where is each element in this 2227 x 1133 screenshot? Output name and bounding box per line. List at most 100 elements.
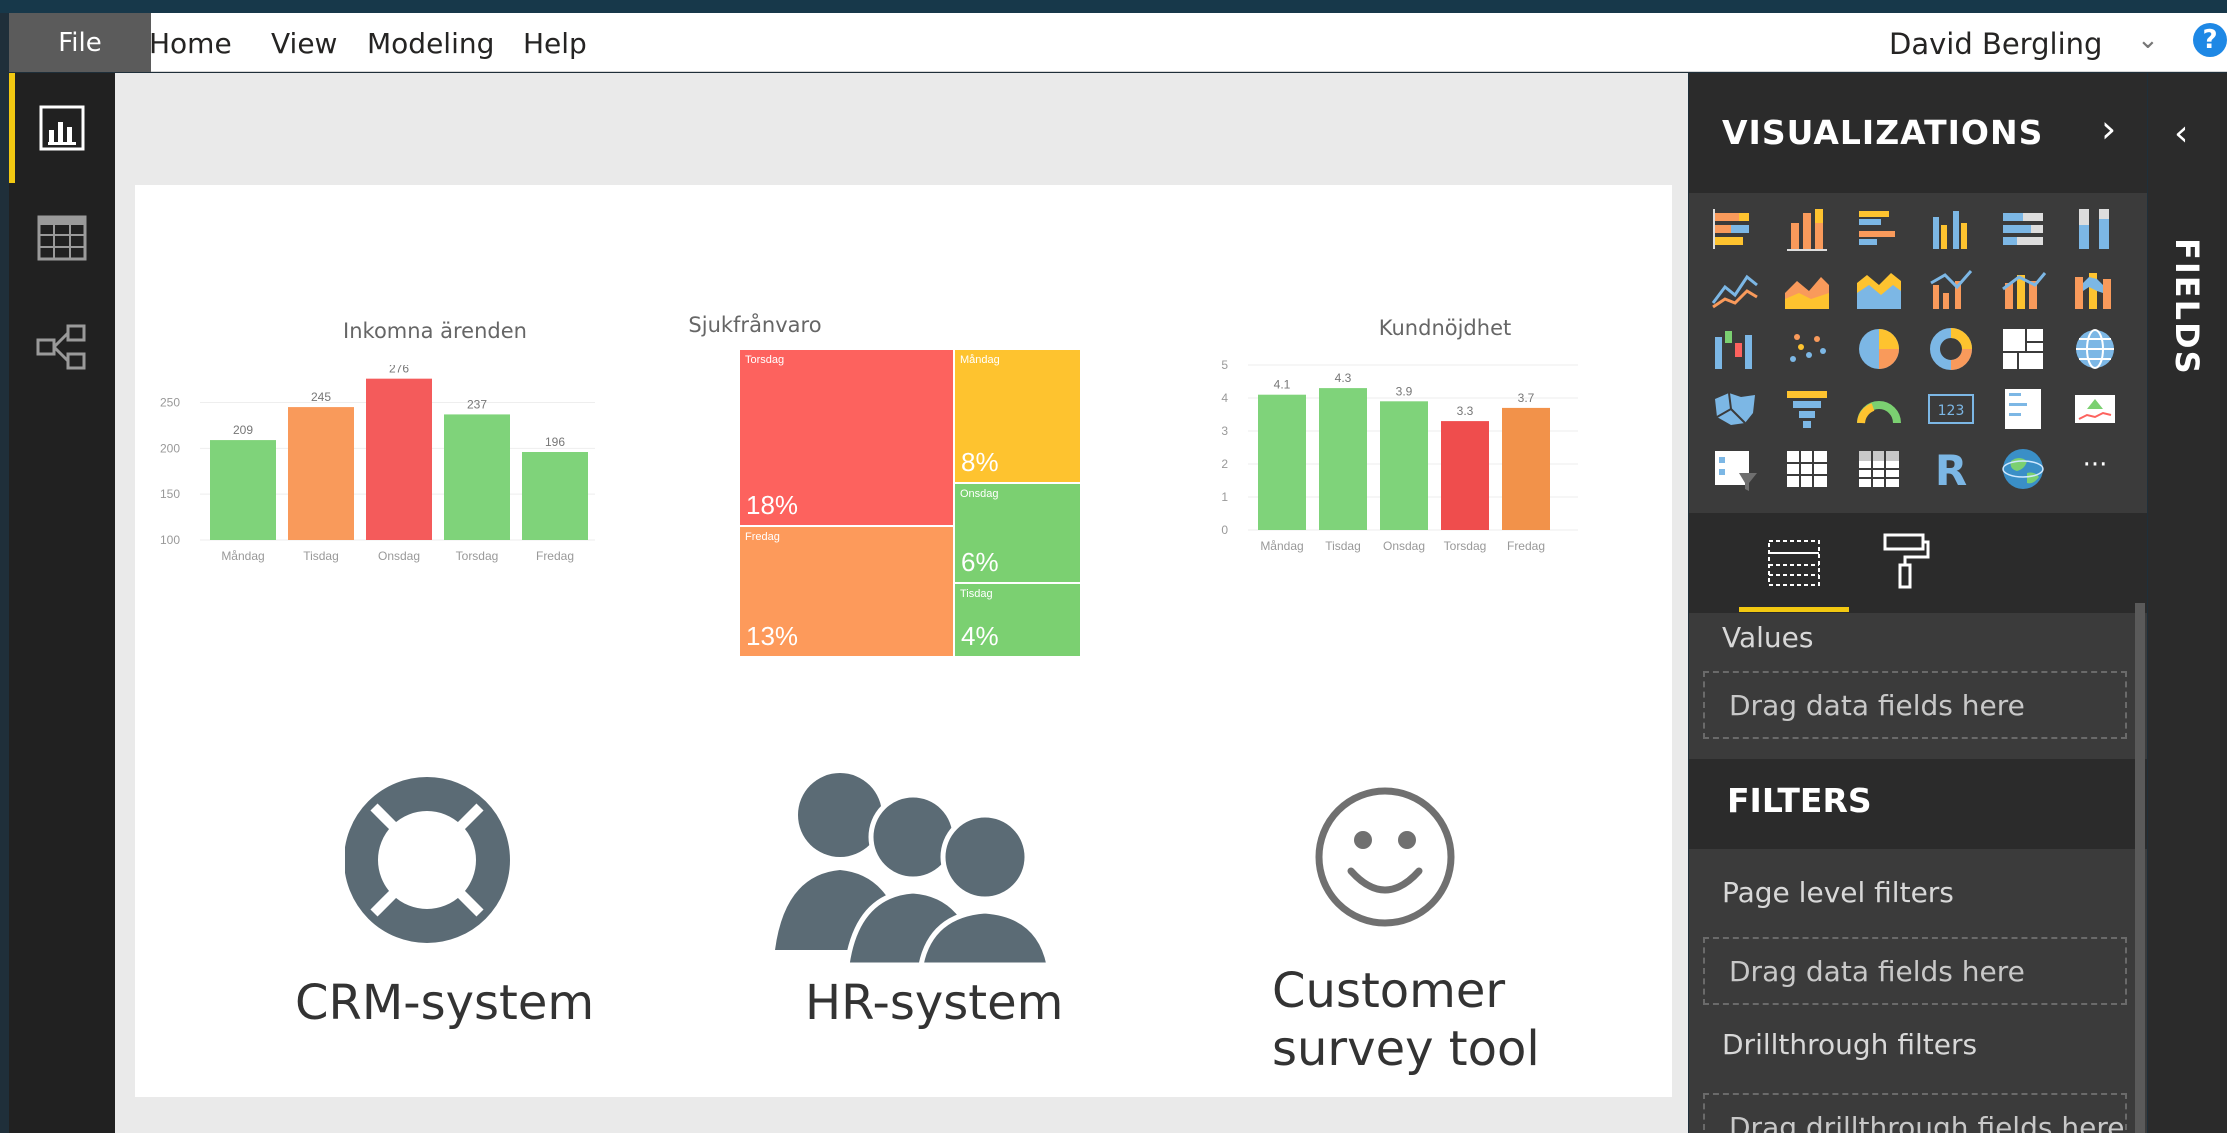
sick-treemap[interactable]: Torsdag 18% Måndag 8% Onsdag 6% Fredag 1…: [740, 350, 1080, 656]
line-chart-icon[interactable]: [1709, 263, 1761, 315]
treemap-tile[interactable]: Måndag 8%: [955, 350, 1080, 482]
table-icon[interactable]: [1781, 443, 1833, 495]
data-label: 4.1: [1274, 378, 1291, 392]
chevron-down-icon[interactable]: ⌄: [2137, 25, 2159, 55]
area-chart-icon[interactable]: [1781, 263, 1833, 315]
user-account-name[interactable]: David Bergling: [1889, 27, 2102, 61]
arcgis-globe-icon[interactable]: [1997, 443, 2049, 495]
x-tick-label: Fredag: [536, 549, 574, 563]
view-tab[interactable]: View: [271, 27, 337, 60]
gauge-icon[interactable]: [1853, 383, 1905, 435]
fields-tab[interactable]: [1739, 513, 1849, 613]
x-tick-label: Tisdag: [1325, 539, 1361, 553]
r-script-visual-icon[interactable]: R: [1925, 443, 1977, 495]
file-menu-button[interactable]: File: [9, 13, 151, 72]
data-view-button[interactable]: [9, 183, 115, 293]
report-view-icon: [39, 105, 85, 151]
y-tick-label: 4: [1221, 391, 1228, 405]
tile-label: Torsdag: [745, 354, 785, 366]
filled-map-icon[interactable]: [1709, 383, 1761, 435]
bar: [444, 414, 510, 540]
clustered-column-chart-icon[interactable]: [1925, 203, 1977, 255]
100-stacked-column-icon[interactable]: [2069, 203, 2121, 255]
incoming-bar-chart[interactable]: 250 200 150 100 209 Måndag 245 Tisdag 276 Onsdag 2…: [155, 365, 595, 565]
expand-pane-icon[interactable]: ‹: [2174, 113, 2188, 154]
fields-well-icon: [1768, 540, 1820, 586]
100-stacked-bar-icon[interactable]: [1997, 203, 2049, 255]
modeling-tab[interactable]: Modeling: [367, 27, 494, 60]
multi-row-card-icon[interactable]: [1997, 383, 2049, 435]
donut-chart-icon[interactable]: [1925, 323, 1977, 375]
matrix-icon[interactable]: [1853, 443, 1905, 495]
tile-percent: 6%: [961, 547, 999, 577]
x-tick-label: Fredag: [1507, 539, 1545, 553]
page-filters-drop-zone[interactable]: Drag data fields here: [1703, 937, 2127, 1005]
drillthrough-drop-zone[interactable]: Drag drillthrough fields here: [1703, 1093, 2127, 1133]
scatter-chart-icon[interactable]: [1781, 323, 1833, 375]
pane-scrollbar[interactable]: [2135, 603, 2145, 1133]
treemap-tile[interactable]: Tisdag 4%: [955, 584, 1080, 656]
tile-label: Måndag: [960, 354, 1000, 366]
stacked-column-chart-icon[interactable]: [1781, 203, 1833, 255]
x-tick-label: Tisdag: [303, 549, 339, 563]
visualizations-pane: VISUALIZATIONS › 123 R ··· Values Drag d…: [1689, 73, 2147, 1133]
y-tick-label: 150: [160, 487, 180, 501]
report-canvas[interactable]: Inkomna ärenden 250 200 150 100 209 Måndag 245…: [135, 185, 1672, 1097]
incoming-chart-title: Inkomna ärenden: [343, 319, 527, 343]
y-tick-label: 1: [1221, 490, 1228, 504]
x-tick-label: Onsdag: [378, 549, 420, 563]
stacked-area-chart-icon[interactable]: [1853, 263, 1905, 315]
satisfaction-chart-title: Kundnöjdhet: [1378, 316, 1512, 340]
card-icon[interactable]: 123: [1925, 383, 1977, 435]
format-tab[interactable]: [1857, 513, 1957, 613]
fields-pane-collapsed[interactable]: ‹ FIELDS: [2148, 73, 2227, 1133]
treemap-tile[interactable]: Torsdag 18%: [740, 350, 953, 525]
more-visuals-icon[interactable]: ···: [2069, 443, 2121, 495]
x-tick-label: Måndag: [221, 549, 264, 563]
bar: [1502, 407, 1550, 530]
treemap-tile[interactable]: Onsdag 6%: [955, 484, 1080, 582]
y-tick-label: 0: [1221, 523, 1228, 537]
report-view-button[interactable]: [9, 73, 115, 183]
pane-tabs: [1689, 513, 2147, 613]
data-label: 237: [467, 397, 487, 411]
funnel-chart-icon[interactable]: [1781, 383, 1833, 435]
values-drop-zone[interactable]: Drag data fields here: [1703, 671, 2127, 739]
satisfaction-bar-chart[interactable]: 5 4 3 2 1 0 4.1 Måndag 4.3 Tisdag 3.9 Onsdag 3.3 Tors…: [1193, 355, 1583, 560]
waterfall-chart-icon[interactable]: [1709, 323, 1761, 375]
stacked-bar-chart-icon[interactable]: [1709, 203, 1761, 255]
smiley-face-icon: [1315, 787, 1455, 927]
y-tick-label: 5: [1221, 358, 1228, 372]
report-workspace: Inkomna ärenden 250 200 150 100 209 Måndag 245…: [115, 73, 1688, 1133]
tile-percent: 4%: [961, 621, 999, 651]
ribbon-chart-icon[interactable]: [2069, 263, 2121, 315]
crm-system-label: CRM-system: [295, 975, 595, 1031]
bar: [1441, 421, 1489, 530]
help-icon[interactable]: ?: [2193, 23, 2227, 57]
line-clustered-column-icon[interactable]: [1925, 263, 1977, 315]
data-label: 276: [389, 365, 409, 376]
treemap-tile[interactable]: Fredag 13%: [740, 527, 953, 656]
slicer-icon[interactable]: [1709, 443, 1761, 495]
map-icon[interactable]: [2069, 323, 2121, 375]
clustered-bar-chart-icon[interactable]: [1853, 203, 1905, 255]
collapse-pane-icon[interactable]: ›: [2101, 107, 2116, 151]
kpi-icon[interactable]: [2069, 383, 2121, 435]
tile-percent: 8%: [961, 447, 999, 477]
filters-header: FILTERS: [1689, 759, 2147, 849]
visualizations-header: VISUALIZATIONS ›: [1689, 73, 2147, 193]
r-icon-text: R: [1935, 446, 1967, 495]
fields-pane-title: FIELDS: [2168, 238, 2206, 376]
active-indicator: [9, 73, 15, 183]
drillthrough-filters-label: Drillthrough filters: [1722, 1028, 1978, 1061]
data-label: 3.7: [1518, 391, 1535, 405]
relationships-icon: [36, 324, 86, 370]
treemap-icon[interactable]: [1997, 323, 2049, 375]
tile-label: Tisdag: [960, 588, 993, 600]
tile-percent: 13%: [746, 621, 799, 651]
pie-chart-icon[interactable]: [1853, 323, 1905, 375]
home-tab[interactable]: Home: [149, 27, 232, 60]
line-stacked-column-icon[interactable]: [1997, 263, 2049, 315]
help-tab[interactable]: Help: [523, 27, 587, 60]
relationships-view-button[interactable]: [9, 293, 115, 403]
